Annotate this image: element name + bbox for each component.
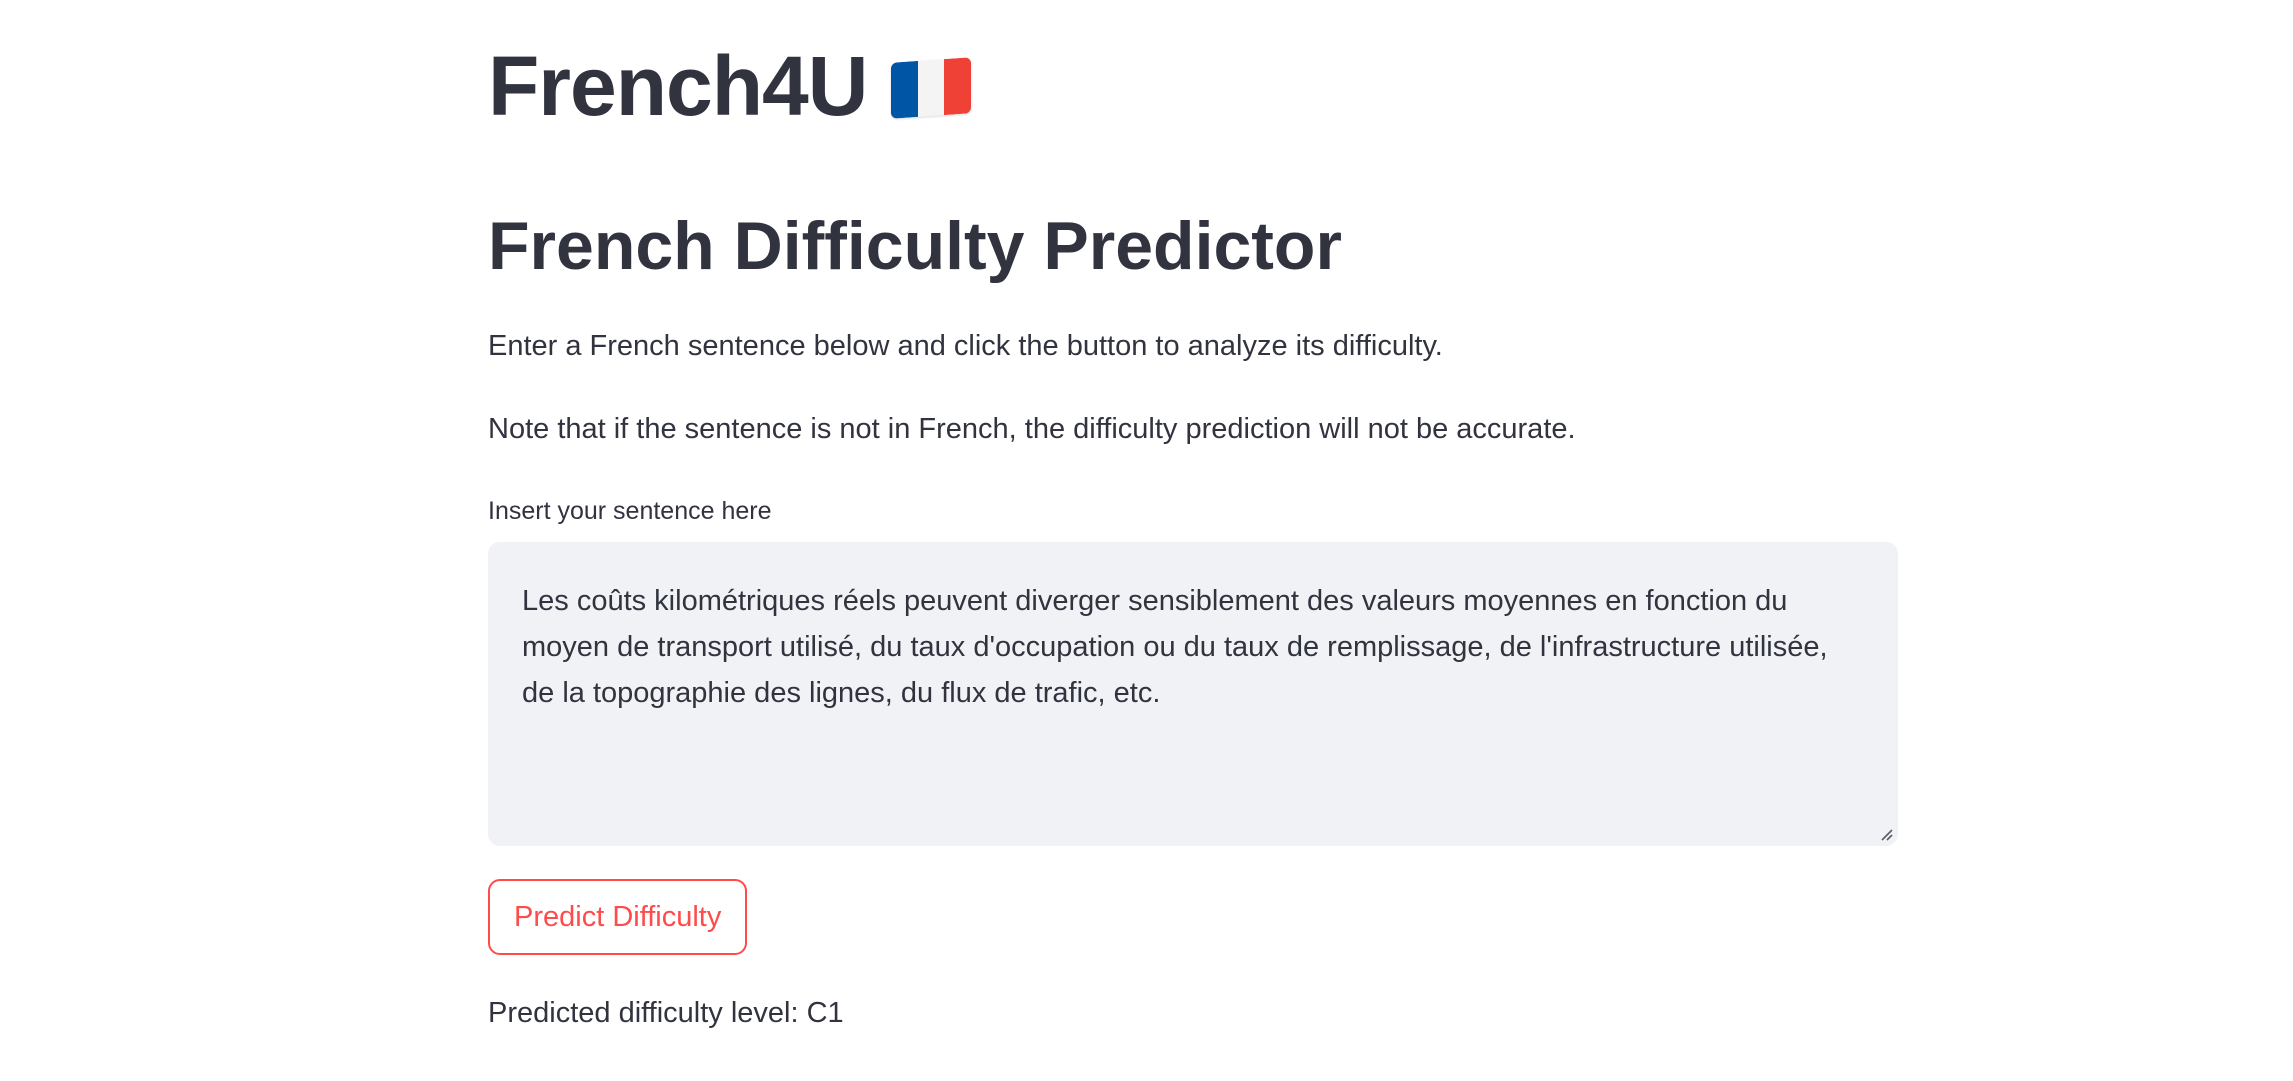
flag-stripe-blue [891, 60, 919, 119]
flag-stripe-white [918, 59, 945, 117]
page-heading: French Difficulty Predictor [488, 208, 1342, 284]
french-flag-icon [891, 57, 972, 119]
note-text: Note that if the sentence is not in Fren… [488, 413, 1576, 445]
sentence-input-container: Les coûts kilométriques réels peuvent di… [488, 542, 1898, 846]
resize-handle-icon[interactable] [1878, 826, 1894, 842]
flag-stripe-red [944, 57, 972, 116]
app-title-text: French4U [488, 39, 868, 133]
instructions-text: Enter a French sentence below and click … [488, 330, 1443, 362]
predict-difficulty-button[interactable]: Predict Difficulty [488, 879, 748, 955]
sentence-input-label: Insert your sentence here [488, 497, 772, 525]
predicted-difficulty-result: Predicted difficulty level: C1 [488, 997, 844, 1029]
app-title: French4U [488, 34, 972, 138]
sentence-input[interactable]: Les coûts kilométriques réels peuvent di… [488, 542, 1898, 846]
